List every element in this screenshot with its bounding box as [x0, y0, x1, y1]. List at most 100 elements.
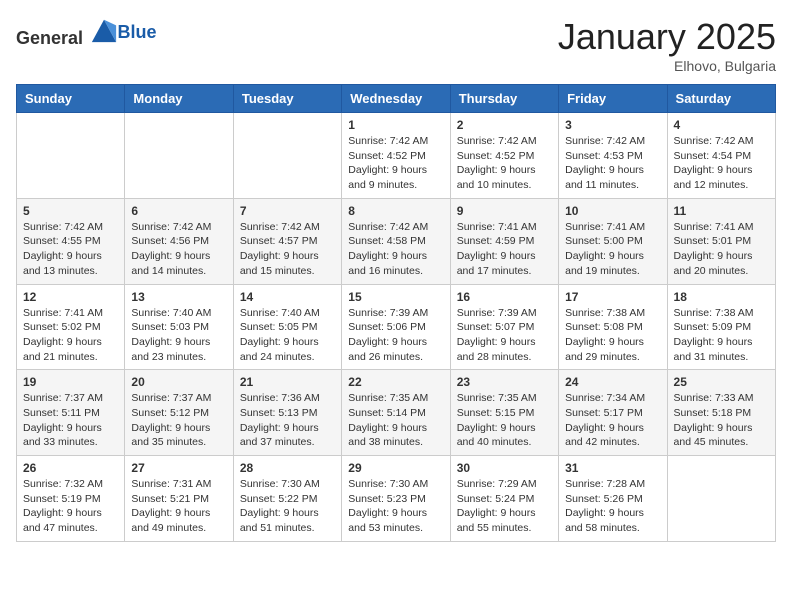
day-info: Sunrise: 7:42 AM Sunset: 4:57 PM Dayligh… — [240, 220, 335, 279]
calendar-cell — [667, 456, 775, 542]
calendar-cell: 29 Sunrise: 7:30 AM Sunset: 5:23 PM Dayli… — [342, 456, 450, 542]
day-info: Sunrise: 7:37 AM Sunset: 5:12 PM Dayligh… — [131, 391, 226, 450]
day-number: 5 — [23, 204, 118, 218]
calendar-cell: 2 Sunrise: 7:42 AM Sunset: 4:52 PM Daylig… — [450, 113, 558, 199]
day-number: 6 — [131, 204, 226, 218]
calendar-cell: 20 Sunrise: 7:37 AM Sunset: 5:12 PM Dayli… — [125, 370, 233, 456]
calendar-week-3: 12 Sunrise: 7:41 AM Sunset: 5:02 PM Dayli… — [17, 284, 776, 370]
calendar-cell: 22 Sunrise: 7:35 AM Sunset: 5:14 PM Dayli… — [342, 370, 450, 456]
day-number: 15 — [348, 290, 443, 304]
day-number: 28 — [240, 461, 335, 475]
day-info: Sunrise: 7:39 AM Sunset: 5:07 PM Dayligh… — [457, 306, 552, 365]
calendar-cell: 28 Sunrise: 7:30 AM Sunset: 5:22 PM Dayli… — [233, 456, 341, 542]
calendar-cell: 24 Sunrise: 7:34 AM Sunset: 5:17 PM Dayli… — [559, 370, 667, 456]
calendar-cell: 5 Sunrise: 7:42 AM Sunset: 4:55 PM Daylig… — [17, 198, 125, 284]
day-number: 24 — [565, 375, 660, 389]
weekday-header-monday: Monday — [125, 85, 233, 113]
day-info: Sunrise: 7:33 AM Sunset: 5:18 PM Dayligh… — [674, 391, 769, 450]
day-info: Sunrise: 7:42 AM Sunset: 4:54 PM Dayligh… — [674, 134, 769, 193]
calendar-cell: 26 Sunrise: 7:32 AM Sunset: 5:19 PM Dayli… — [17, 456, 125, 542]
day-info: Sunrise: 7:41 AM Sunset: 5:01 PM Dayligh… — [674, 220, 769, 279]
day-number: 27 — [131, 461, 226, 475]
day-number: 4 — [674, 118, 769, 132]
day-info: Sunrise: 7:31 AM Sunset: 5:21 PM Dayligh… — [131, 477, 226, 536]
title-block: January 2025 Elhovo, Bulgaria — [558, 16, 776, 74]
calendar-cell: 12 Sunrise: 7:41 AM Sunset: 5:02 PM Dayli… — [17, 284, 125, 370]
calendar-cell: 9 Sunrise: 7:41 AM Sunset: 4:59 PM Daylig… — [450, 198, 558, 284]
calendar-cell: 1Sunrise: 7:42 AM Sunset: 4:52 PM Daylig… — [342, 113, 450, 199]
day-number: 8 — [348, 204, 443, 218]
day-info: Sunrise: 7:42 AM Sunset: 4:55 PM Dayligh… — [23, 220, 118, 279]
day-number: 2 — [457, 118, 552, 132]
day-info: Sunrise: 7:35 AM Sunset: 5:15 PM Dayligh… — [457, 391, 552, 450]
day-number: 10 — [565, 204, 660, 218]
month-title: January 2025 — [558, 16, 776, 58]
day-info: Sunrise: 7:42 AM Sunset: 4:52 PM Dayligh… — [457, 134, 552, 193]
day-number: 21 — [240, 375, 335, 389]
calendar-cell: 17Sunrise: 7:38 AM Sunset: 5:08 PM Dayli… — [559, 284, 667, 370]
day-info: Sunrise: 7:40 AM Sunset: 5:03 PM Dayligh… — [131, 306, 226, 365]
day-info: Sunrise: 7:40 AM Sunset: 5:05 PM Dayligh… — [240, 306, 335, 365]
day-info: Sunrise: 7:28 AM Sunset: 5:26 PM Dayligh… — [565, 477, 660, 536]
logo-icon — [90, 16, 118, 44]
day-number: 12 — [23, 290, 118, 304]
logo-general: General — [16, 28, 83, 48]
day-info: Sunrise: 7:35 AM Sunset: 5:14 PM Dayligh… — [348, 391, 443, 450]
day-number: 17 — [565, 290, 660, 304]
day-number: 19 — [23, 375, 118, 389]
calendar-week-5: 26 Sunrise: 7:32 AM Sunset: 5:19 PM Dayli… — [17, 456, 776, 542]
calendar-header-row: SundayMondayTuesdayWednesdayThursdayFrid… — [17, 85, 776, 113]
day-number: 18 — [674, 290, 769, 304]
calendar-cell: 10 Sunrise: 7:41 AM Sunset: 5:00 PM Dayli… — [559, 198, 667, 284]
calendar-cell: 25Sunrise: 7:33 AM Sunset: 5:18 PM Dayli… — [667, 370, 775, 456]
weekday-header-saturday: Saturday — [667, 85, 775, 113]
calendar-week-4: 19 Sunrise: 7:37 AM Sunset: 5:11 PM Dayli… — [17, 370, 776, 456]
day-number: 11 — [674, 204, 769, 218]
calendar-cell — [233, 113, 341, 199]
day-number: 1 — [348, 118, 443, 132]
calendar-cell: 21Sunrise: 7:36 AM Sunset: 5:13 PM Dayli… — [233, 370, 341, 456]
day-info: Sunrise: 7:32 AM Sunset: 5:19 PM Dayligh… — [23, 477, 118, 536]
calendar-cell: 31 Sunrise: 7:28 AM Sunset: 5:26 PM Dayli… — [559, 456, 667, 542]
calendar-cell: 23 Sunrise: 7:35 AM Sunset: 5:15 PM Dayli… — [450, 370, 558, 456]
calendar-cell: 15Sunrise: 7:39 AM Sunset: 5:06 PM Dayli… — [342, 284, 450, 370]
page-header: General Blue January 2025 Elhovo, Bulgar… — [16, 16, 776, 74]
calendar-week-2: 5 Sunrise: 7:42 AM Sunset: 4:55 PM Daylig… — [17, 198, 776, 284]
calendar-cell: 18Sunrise: 7:38 AM Sunset: 5:09 PM Dayli… — [667, 284, 775, 370]
calendar-cell: 19 Sunrise: 7:37 AM Sunset: 5:11 PM Dayli… — [17, 370, 125, 456]
day-number: 29 — [348, 461, 443, 475]
weekday-header-sunday: Sunday — [17, 85, 125, 113]
calendar-cell: 8Sunrise: 7:42 AM Sunset: 4:58 PM Daylig… — [342, 198, 450, 284]
day-info: Sunrise: 7:37 AM Sunset: 5:11 PM Dayligh… — [23, 391, 118, 450]
calendar-cell: 27 Sunrise: 7:31 AM Sunset: 5:21 PM Dayli… — [125, 456, 233, 542]
day-number: 26 — [23, 461, 118, 475]
day-number: 20 — [131, 375, 226, 389]
day-number: 16 — [457, 290, 552, 304]
day-info: Sunrise: 7:41 AM Sunset: 5:02 PM Dayligh… — [23, 306, 118, 365]
weekday-header-wednesday: Wednesday — [342, 85, 450, 113]
calendar-week-1: 1 Sunrise: 7:42 AM Sunset: 4:52 PM Daylig… — [17, 113, 776, 199]
calendar-cell — [125, 113, 233, 199]
weekday-header-thursday: Thursday — [450, 85, 558, 113]
day-info: Sunrise: 7:41 AM Sunset: 5:00 PM Dayligh… — [565, 220, 660, 279]
calendar-table: SundayMondayTuesdayWednesdayThursdayFrid… — [16, 84, 776, 542]
weekday-header-tuesday: Tuesday — [233, 85, 341, 113]
day-info: Sunrise: 7:30 AM Sunset: 5:22 PM Dayligh… — [240, 477, 335, 536]
day-number: 30 — [457, 461, 552, 475]
logo-blue: Blue — [118, 22, 157, 42]
day-info: Sunrise: 7:34 AM Sunset: 5:17 PM Dayligh… — [565, 391, 660, 450]
day-number: 22 — [348, 375, 443, 389]
day-number: 31 — [565, 461, 660, 475]
day-number: 9 — [457, 204, 552, 218]
weekday-header-friday: Friday — [559, 85, 667, 113]
day-info: Sunrise: 7:30 AM Sunset: 5:23 PM Dayligh… — [348, 477, 443, 536]
day-info: Sunrise: 7:41 AM Sunset: 4:59 PM Dayligh… — [457, 220, 552, 279]
day-number: 23 — [457, 375, 552, 389]
calendar-cell: 11 Sunrise: 7:41 AM Sunset: 5:01 PM Dayli… — [667, 198, 775, 284]
calendar-cell: 30Sunrise: 7:29 AM Sunset: 5:24 PM Dayli… — [450, 456, 558, 542]
calendar-cell: 3Sunrise: 7:42 AM Sunset: 4:53 PM Daylig… — [559, 113, 667, 199]
calendar-cell: 7 Sunrise: 7:42 AM Sunset: 4:57 PM Daylig… — [233, 198, 341, 284]
calendar-cell: 14Sunrise: 7:40 AM Sunset: 5:05 PM Dayli… — [233, 284, 341, 370]
day-info: Sunrise: 7:42 AM Sunset: 4:56 PM Dayligh… — [131, 220, 226, 279]
day-number: 7 — [240, 204, 335, 218]
